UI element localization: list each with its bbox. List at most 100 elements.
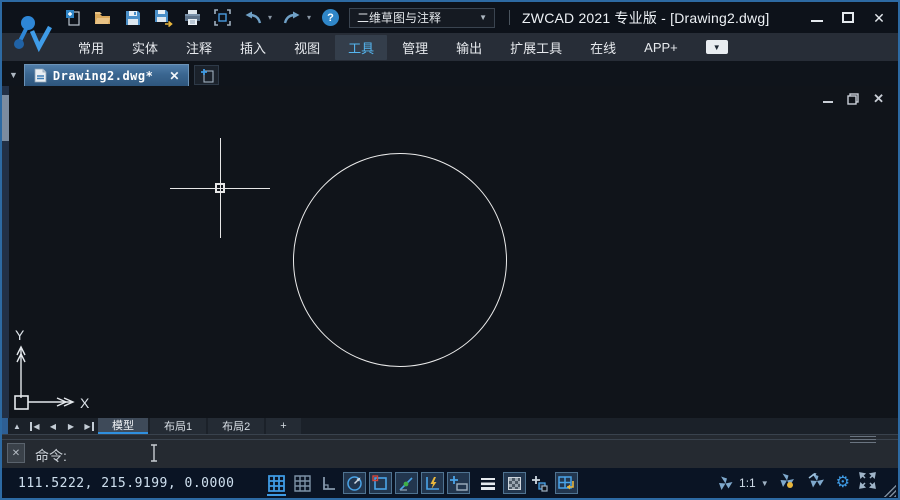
preview-button[interactable] — [212, 7, 233, 28]
ribbon-tab-shuchu[interactable]: 输出 — [443, 35, 495, 60]
command-close-button[interactable]: ✕ — [7, 443, 25, 463]
add-layout-tab[interactable]: + — [266, 418, 300, 434]
prev-layout-button[interactable]: ◀ — [44, 418, 62, 434]
command-prompt: 命令: — [35, 446, 67, 466]
doc-close-button[interactable]: ✕ — [873, 91, 884, 107]
undo-history-caret[interactable]: ▾ — [268, 13, 272, 22]
doc-restore-icon — [847, 93, 859, 105]
dynamic-input-icon — [449, 475, 468, 492]
layout-tab-model[interactable]: 模型 — [98, 418, 148, 434]
help-button[interactable]: ? — [320, 7, 341, 28]
chevron-down-icon: ▼ — [479, 13, 487, 22]
polar-tracking-toggle[interactable] — [343, 472, 366, 494]
zwcad-logo-icon[interactable] — [8, 13, 54, 59]
transparency-toggle[interactable] — [503, 472, 526, 494]
save-as-button[interactable] — [152, 7, 173, 28]
fullscreen-icon — [859, 472, 876, 489]
ribbon-tab-charu[interactable]: 插入 — [227, 35, 279, 60]
ribbon-tab-gongju[interactable]: 工具 — [335, 35, 387, 60]
selection-cycling-toggle[interactable] — [529, 472, 552, 494]
ribbon-tab-guanli[interactable]: 管理 — [389, 35, 441, 60]
annotation-monitor-toggle[interactable] — [555, 472, 578, 494]
minimize-button[interactable] — [810, 11, 824, 25]
ribbon-tab-zhushi[interactable]: 注释 — [173, 35, 225, 60]
expand-layouts-button[interactable]: ▲ — [8, 418, 26, 434]
layout-tab-bar: ▲ ◀ ◀ ▶ ▶ 模型 布局1 布局2 + — [2, 418, 898, 434]
coordinates-readout: 111.5222, 215.9199, 0.0000 — [18, 476, 235, 491]
ribbon-tab-shitu[interactable]: 视图 — [281, 35, 333, 60]
new-file-button[interactable] — [62, 7, 83, 28]
ucs-x-label: X — [80, 395, 90, 411]
last-layout-button[interactable]: ▶ — [80, 418, 98, 434]
quick-access-toolbar: ▾ ▾ ? — [62, 7, 341, 28]
redo-icon — [282, 10, 302, 26]
workspace-selector[interactable]: 二维草图与注释 ▼ — [349, 8, 495, 28]
undo-icon — [243, 10, 263, 26]
minimize-icon — [811, 20, 823, 22]
ribbon-tab-app-plus[interactable]: APP+ — [631, 37, 691, 58]
first-layout-button[interactable]: ◀ — [26, 418, 44, 434]
dynamic-ucs-toggle[interactable] — [421, 472, 444, 494]
ribbon-tab-shiti[interactable]: 实体 — [119, 35, 171, 60]
ortho-mode-toggle[interactable] — [317, 472, 340, 494]
auto-annotation-scale-button[interactable] — [807, 472, 827, 494]
left-scrollbar-thumb[interactable] — [2, 95, 9, 141]
drawn-circle-entity[interactable] — [293, 153, 507, 367]
command-resize-grip[interactable] — [850, 436, 876, 443]
new-file-icon — [64, 9, 82, 27]
snap-mode-toggle[interactable] — [291, 472, 314, 494]
close-button[interactable]: ✕ — [872, 11, 886, 25]
maximize-icon — [842, 12, 854, 23]
annotation-scale-dropdown-icon: ▼ — [761, 479, 769, 488]
window-title: ZWCAD 2021 专业版 - [Drawing2.dwg] — [522, 8, 769, 28]
preview-icon — [213, 8, 232, 27]
settings-gear-icon[interactable]: ⚙ — [836, 475, 850, 491]
object-snap-toggle[interactable] — [369, 472, 392, 494]
redo-history-caret[interactable]: ▾ — [307, 13, 311, 22]
layout-tab-layout1[interactable]: 布局1 — [150, 418, 206, 434]
maximize-button[interactable] — [841, 11, 855, 25]
annotation-scale-value: 1:1 — [739, 476, 756, 490]
document-tab-label: Drawing2.dwg* — [53, 69, 153, 83]
document-tab-close-icon[interactable]: ✕ — [169, 69, 179, 83]
snap-tracking-icon — [398, 475, 415, 492]
doc-restore-button[interactable] — [847, 93, 859, 105]
ribbon-collapse-button[interactable]: ▼ — [706, 40, 728, 54]
next-layout-button[interactable]: ▶ — [62, 418, 80, 434]
ribbon-tab-changyong[interactable]: 常用 — [65, 35, 117, 60]
ucs-y-label: Y — [15, 327, 25, 343]
grid-display-toggle[interactable] — [265, 472, 288, 494]
save-button[interactable] — [122, 7, 143, 28]
annotation-visibility-button[interactable] — [778, 472, 798, 494]
crosshair-cursor — [170, 138, 270, 238]
first-layout-icon: ◀ — [30, 422, 39, 431]
dynamic-input-toggle[interactable] — [447, 472, 470, 494]
print-button[interactable] — [182, 7, 203, 28]
window-resize-grip[interactable] — [881, 482, 896, 497]
annotation-scale-button[interactable]: 1:1 ▼ — [717, 475, 769, 492]
undo-button[interactable] — [242, 7, 263, 28]
annotation-scale-icon — [717, 475, 734, 492]
new-document-tab-button[interactable] — [194, 65, 219, 85]
titlebar: ▾ ▾ ? 二维草图与注释 ▼ ZWCAD 2021 专业版 - [Drawin… — [2, 2, 898, 33]
pickbox — [215, 183, 225, 193]
lineweight-icon — [480, 476, 496, 491]
fullscreen-button[interactable] — [859, 472, 876, 494]
new-tab-icon — [199, 67, 215, 83]
ribbon-tab-kuozhangongju[interactable]: 扩展工具 — [497, 35, 575, 60]
open-file-button[interactable] — [92, 7, 113, 28]
command-line-panel[interactable]: ✕ 命令: — [2, 434, 898, 468]
drawing-canvas[interactable]: ✕ Y X — [2, 86, 898, 418]
object-snap-tracking-toggle[interactable] — [395, 472, 418, 494]
document-window-controls: ✕ — [823, 91, 884, 107]
doc-minimize-button[interactable] — [823, 95, 833, 103]
object-snap-icon — [372, 475, 389, 492]
document-list-dropdown[interactable]: ▼ — [2, 70, 24, 86]
ribbon-tab-zaixian[interactable]: 在线 — [577, 35, 629, 60]
document-tab-drawing2[interactable]: Drawing2.dwg* ✕ — [24, 64, 189, 86]
lineweight-toggle[interactable] — [477, 472, 500, 494]
ortho-icon — [320, 475, 337, 492]
redo-button[interactable] — [281, 7, 302, 28]
layout-tab-layout2[interactable]: 布局2 — [208, 418, 264, 434]
document-tab-bar: ▼ Drawing2.dwg* ✕ — [2, 61, 898, 86]
